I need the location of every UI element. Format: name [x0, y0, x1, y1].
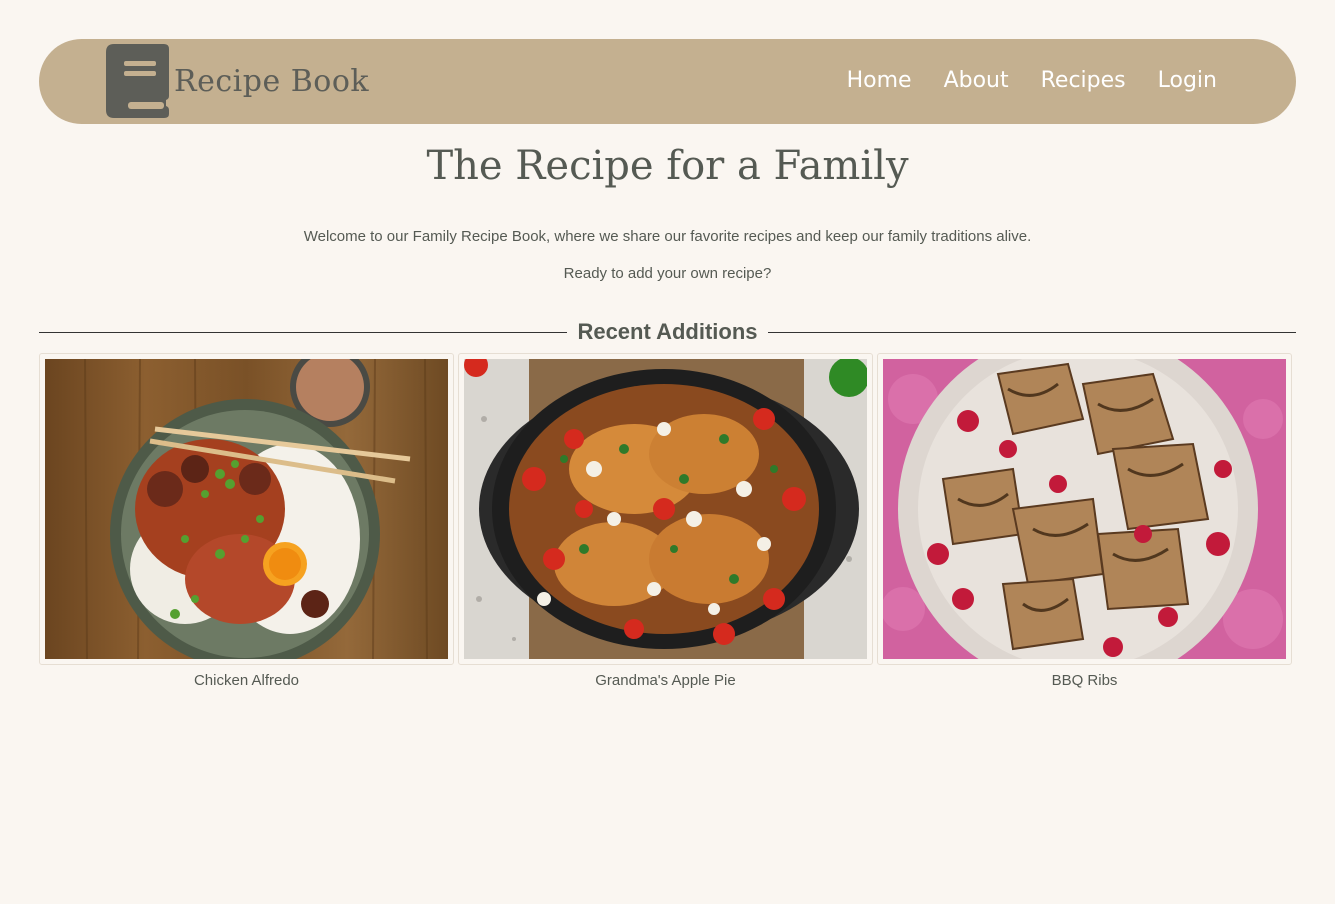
nav-about[interactable]: About — [944, 67, 1009, 95]
recipe-photo[interactable] — [458, 353, 873, 665]
brand-name: Recipe Book — [174, 63, 370, 99]
recipe-photo[interactable] — [39, 353, 454, 665]
skillet-image — [464, 359, 867, 659]
main-nav: Home About Recipes Login — [847, 67, 1217, 95]
recipe-photo[interactable] — [877, 353, 1292, 665]
divider-right — [767, 331, 1296, 333]
section-title: Recent Additions — [577, 319, 758, 344]
nav-login[interactable]: Login — [1158, 67, 1217, 95]
brand-logo[interactable]: Recipe Book — [106, 44, 369, 118]
intro-text: Welcome to our Family Recipe Book, where… — [303, 228, 1032, 245]
recipe-cards: Chicken Alfredo Grandma's Apple Pie BBQ … — [39, 353, 1292, 689]
recipe-card[interactable]: BBQ Ribs — [877, 353, 1292, 689]
recipe-title[interactable]: Chicken Alfredo — [39, 672, 454, 689]
recipe-card[interactable]: Chicken Alfredo — [39, 353, 454, 689]
rice-bowl-image — [45, 359, 448, 659]
book-icon — [106, 44, 169, 118]
nav-home[interactable]: Home — [847, 67, 912, 95]
add-recipe-prompt: Ready to add your own recipe? — [563, 265, 772, 282]
recipe-title[interactable]: BBQ Ribs — [877, 672, 1292, 689]
flapjacks-image — [883, 359, 1286, 659]
recipe-card[interactable]: Grandma's Apple Pie — [458, 353, 873, 689]
nav-recipes[interactable]: Recipes — [1041, 67, 1126, 95]
recipe-title[interactable]: Grandma's Apple Pie — [458, 672, 873, 689]
recent-additions-header: Recent Additions — [39, 318, 1296, 346]
divider-left — [39, 331, 568, 333]
navbar: Recipe Book Home About Recipes Login — [39, 39, 1296, 124]
page-title: The Recipe for a Family — [426, 143, 909, 189]
